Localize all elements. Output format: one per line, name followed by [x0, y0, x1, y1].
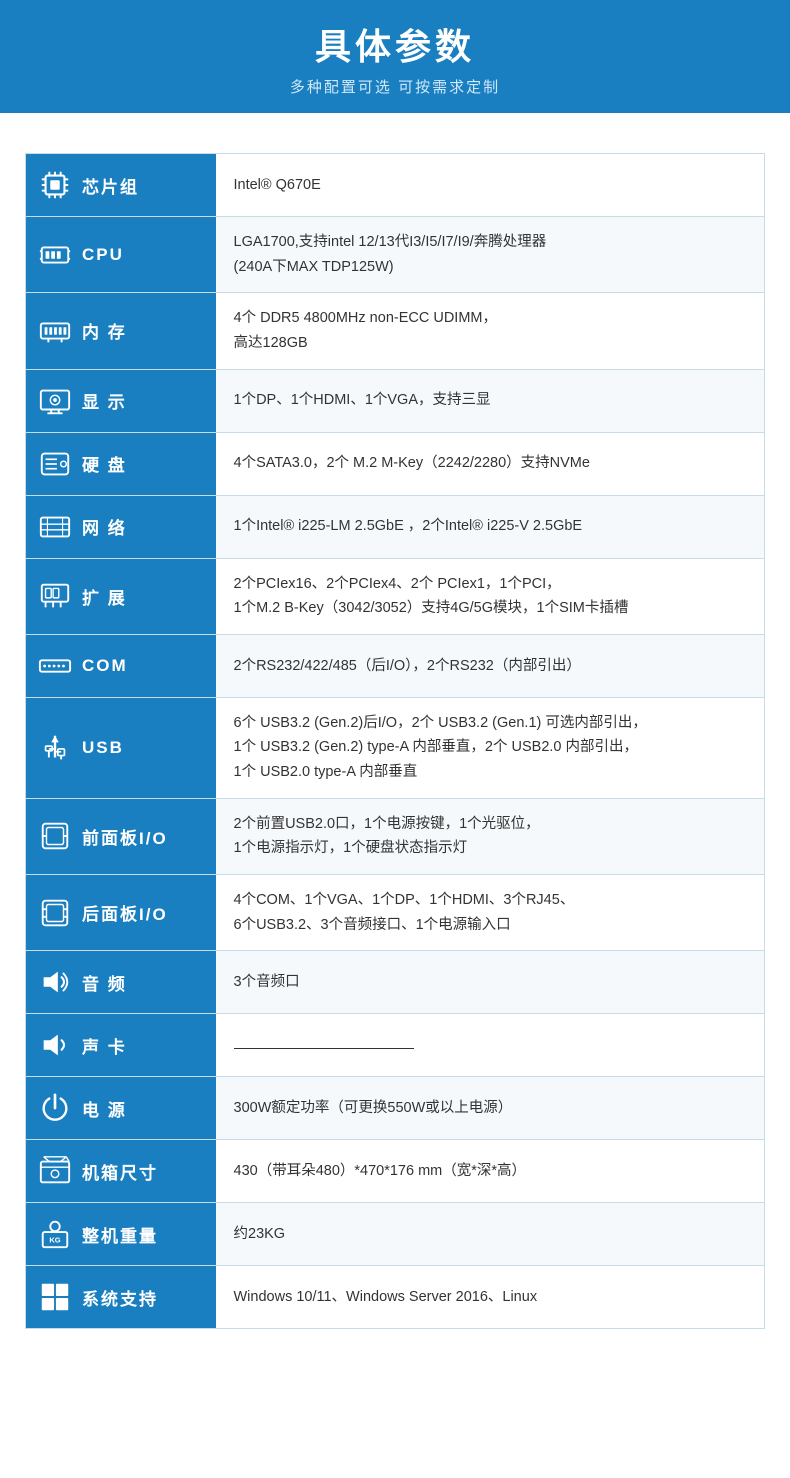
spec-value-storage: 4个SATA3.0，2个 M.2 M-Key（2242/2280）支持NVMe — [216, 432, 765, 495]
usb-icon — [36, 729, 74, 767]
spec-label-text-front-io: 前面板I/O — [82, 824, 168, 849]
spec-label-text-display: 显 示 — [82, 388, 127, 413]
front-io-icon — [36, 817, 74, 855]
spec-label-cell-memory: 内 存 — [26, 293, 216, 369]
spec-label-cell-os: 系统支持 — [26, 1266, 216, 1329]
table-row: 硬 盘 4个SATA3.0，2个 M.2 M-Key（2242/2280）支持NV… — [26, 432, 765, 495]
spec-value-audio: 3个音频口 — [216, 951, 765, 1014]
page-subtitle: 多种配置可选 可按需求定制 — [20, 76, 770, 97]
table-row: 声 卡 — [26, 1014, 765, 1077]
sound-card-icon — [36, 1026, 74, 1064]
spec-label-text-network: 网 络 — [82, 514, 127, 539]
rear-io-icon — [36, 894, 74, 932]
spec-value-os: Windows 10/11、Windows Server 2016、Linux — [216, 1266, 765, 1329]
spec-label-text-power: 电 源 — [82, 1096, 127, 1121]
svg-text:KG: KG — [49, 1236, 60, 1245]
spec-label-cell-weight: KG 整机重量 — [26, 1203, 216, 1266]
table-row: 后面板I/O 4个COM、1个VGA、1个DP、1个HDMI、3个RJ45、6个U… — [26, 875, 765, 951]
spec-label-cell-front-io: 前面板I/O — [26, 798, 216, 874]
com-icon — [36, 647, 74, 685]
spec-label-cell-expansion: 扩 展 — [26, 558, 216, 634]
spec-label-text-sound-card: 声 卡 — [82, 1033, 127, 1058]
spec-value-weight: 约23KG — [216, 1203, 765, 1266]
spec-value-rear-io: 4个COM、1个VGA、1个DP、1个HDMI、3个RJ45、6个USB3.2、… — [216, 875, 765, 951]
spec-label-cell-chipset: 芯片组 — [26, 154, 216, 217]
table-row: 芯片组 Intel® Q670E — [26, 154, 765, 217]
spec-value-usb: 6个 USB3.2 (Gen.2)后I/O，2个 USB3.2 (Gen.1) … — [216, 697, 765, 798]
audio-icon — [36, 963, 74, 1001]
spec-label-text-com: COM — [82, 656, 128, 676]
table-row: 网 络 1个Intel® i225-LM 2.5GbE ，2个Intel® i22… — [26, 495, 765, 558]
expansion-icon — [36, 577, 74, 615]
spec-label-cell-com: COM — [26, 634, 216, 697]
memory-icon — [36, 312, 74, 350]
spec-label-cell-sound-card: 声 卡 — [26, 1014, 216, 1077]
spec-label-cell-storage: 硬 盘 — [26, 432, 216, 495]
network-icon — [36, 508, 74, 546]
spec-label-text-audio: 音 频 — [82, 970, 127, 995]
spec-value-cpu: LGA1700,支持intel 12/13代I3/I5/I7/I9/奔腾处理器(… — [216, 217, 765, 293]
spec-label-cell-chassis: 机箱尺寸 — [26, 1140, 216, 1203]
spec-label-cell-rear-io: 后面板I/O — [26, 875, 216, 951]
spec-label-text-expansion: 扩 展 — [82, 584, 127, 609]
spec-label-text-os: 系统支持 — [82, 1285, 158, 1310]
spec-value-display: 1个DP、1个HDMI、1个VGA，支持三显 — [216, 369, 765, 432]
spec-label-text-memory: 内 存 — [82, 318, 127, 343]
spec-table: 芯片组 Intel® Q670E CPU LGA1700,支持intel 12/13… — [25, 153, 765, 1329]
spec-label-cell-network: 网 络 — [26, 495, 216, 558]
spec-value-chassis: 430（带耳朵480）*470*176 mm（宽*深*高） — [216, 1140, 765, 1203]
page-title: 具体参数 — [20, 18, 770, 70]
weight-icon: KG — [36, 1215, 74, 1253]
spec-value-power: 300W额定功率（可更换550W或以上电源） — [216, 1077, 765, 1140]
spec-label-cell-usb: USB — [26, 697, 216, 798]
table-row: 显 示 1个DP、1个HDMI、1个VGA，支持三显 — [26, 369, 765, 432]
storage-icon — [36, 445, 74, 483]
table-row: 系统支持 Windows 10/11、Windows Server 2016、Li… — [26, 1266, 765, 1329]
table-row: 音 频 3个音频口 — [26, 951, 765, 1014]
os-icon — [36, 1278, 74, 1316]
spec-value-chipset: Intel® Q670E — [216, 154, 765, 217]
spec-label-cell-display: 显 示 — [26, 369, 216, 432]
spec-label-text-storage: 硬 盘 — [82, 451, 127, 476]
display-icon — [36, 382, 74, 420]
spec-label-text-usb: USB — [82, 738, 124, 758]
page-header: 具体参数 多种配置可选 可按需求定制 — [0, 0, 790, 113]
spec-label-text-rear-io: 后面板I/O — [82, 900, 168, 925]
table-row: USB 6个 USB3.2 (Gen.2)后I/O，2个 USB3.2 (Gen.… — [26, 697, 765, 798]
chassis-icon — [36, 1152, 74, 1190]
spec-label-cell-cpu: CPU — [26, 217, 216, 293]
table-row: 内 存 4个 DDR5 4800MHz non-ECC UDIMM，高达128GB — [26, 293, 765, 369]
spec-value-front-io: 2个前置USB2.0口，1个电源按键，1个光驱位，1个电源指示灯，1个硬盘状态指… — [216, 798, 765, 874]
spec-label-text-cpu: CPU — [82, 245, 124, 265]
table-row: 电 源 300W额定功率（可更换550W或以上电源） — [26, 1077, 765, 1140]
table-row: 机箱尺寸 430（带耳朵480）*470*176 mm（宽*深*高） — [26, 1140, 765, 1203]
table-row: CPU LGA1700,支持intel 12/13代I3/I5/I7/I9/奔腾处… — [26, 217, 765, 293]
spec-value-com: 2个RS232/422/485（后I/O），2个RS232（内部引出） — [216, 634, 765, 697]
spec-value-sound-card — [216, 1014, 765, 1077]
spec-value-network: 1个Intel® i225-LM 2.5GbE ，2个Intel® i225-V… — [216, 495, 765, 558]
spec-label-cell-power: 电 源 — [26, 1077, 216, 1140]
table-row: 扩 展 2个PCIex16、2个PCIex4、2个 PCIex1，1个PCI，1个… — [26, 558, 765, 634]
chipset-icon — [36, 166, 74, 204]
power-icon — [36, 1089, 74, 1127]
page-wrapper: 具体参数 多种配置可选 可按需求定制 芯片组 Intel® Q670E CPU LG… — [0, 0, 790, 1389]
spec-label-text-chipset: 芯片组 — [82, 173, 139, 198]
spec-label-text-chassis: 机箱尺寸 — [82, 1159, 158, 1184]
table-row: KG 整机重量约23KG — [26, 1203, 765, 1266]
table-row: COM 2个RS232/422/485（后I/O），2个RS232（内部引出） — [26, 634, 765, 697]
spec-value-memory: 4个 DDR5 4800MHz non-ECC UDIMM，高达128GB — [216, 293, 765, 369]
cpu-icon — [36, 236, 74, 274]
spec-value-expansion: 2个PCIex16、2个PCIex4、2个 PCIex1，1个PCI，1个M.2… — [216, 558, 765, 634]
table-row: 前面板I/O 2个前置USB2.0口，1个电源按键，1个光驱位，1个电源指示灯，1… — [26, 798, 765, 874]
spec-label-cell-audio: 音 频 — [26, 951, 216, 1014]
spec-label-text-weight: 整机重量 — [82, 1222, 158, 1247]
